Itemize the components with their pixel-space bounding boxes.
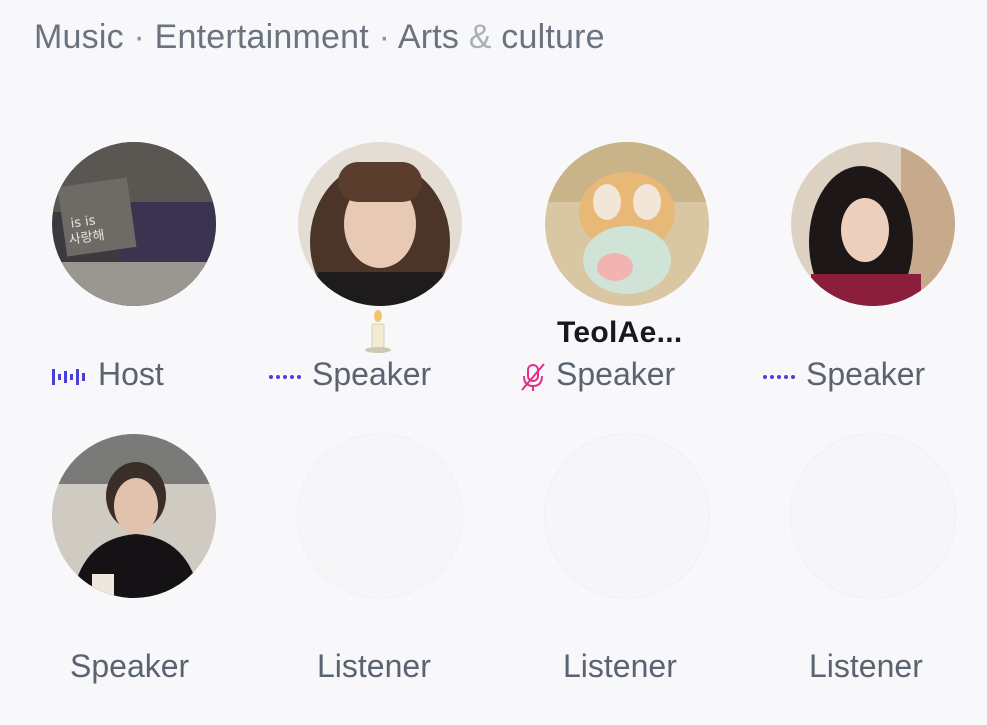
role-label: Speaker: [312, 356, 432, 392]
dotted-audio-icon: [763, 374, 795, 379]
avatar-photo: is is 사랑해: [52, 142, 216, 306]
participant-role: Speaker: [70, 648, 189, 685]
muted-mic-icon: [521, 362, 545, 391]
speaking-waveform-icon: [52, 368, 85, 385]
avatar[interactable]: [545, 142, 709, 306]
avatar-photo: [545, 142, 709, 306]
role-label: Speaker: [70, 648, 190, 684]
participant-role: Speaker: [762, 356, 925, 393]
participant-role: Speaker: [268, 356, 431, 393]
avatar-photo: [298, 142, 462, 306]
avatar[interactable]: [298, 142, 462, 306]
participants-grid: is is 사랑해 Host Speaker TeolAe... Speaker…: [0, 0, 987, 725]
avatar[interactable]: [545, 434, 709, 598]
role-label: Listener: [317, 648, 431, 684]
participant-role: Listener: [317, 648, 431, 685]
participant-role: Speaker: [518, 356, 675, 393]
avatar[interactable]: [52, 434, 216, 598]
participant-role: Listener: [809, 648, 923, 685]
role-label: Listener: [563, 648, 677, 684]
participant-name: TeolAe...: [557, 316, 683, 349]
participant-role: Host: [52, 356, 164, 393]
avatar[interactable]: [791, 142, 955, 306]
role-label: Speaker: [806, 356, 926, 392]
avatar[interactable]: [298, 434, 462, 598]
avatar[interactable]: [791, 434, 955, 598]
avatar-photo: [52, 434, 216, 598]
participant-role: Listener: [563, 648, 677, 685]
avatar[interactable]: is is 사랑해: [52, 142, 216, 306]
avatar-photo: [791, 142, 955, 306]
role-label: Listener: [809, 648, 923, 684]
role-label: Host: [98, 356, 164, 392]
role-label: Speaker: [556, 356, 676, 392]
candle-icon: [364, 310, 392, 359]
dotted-audio-icon: [269, 374, 301, 379]
